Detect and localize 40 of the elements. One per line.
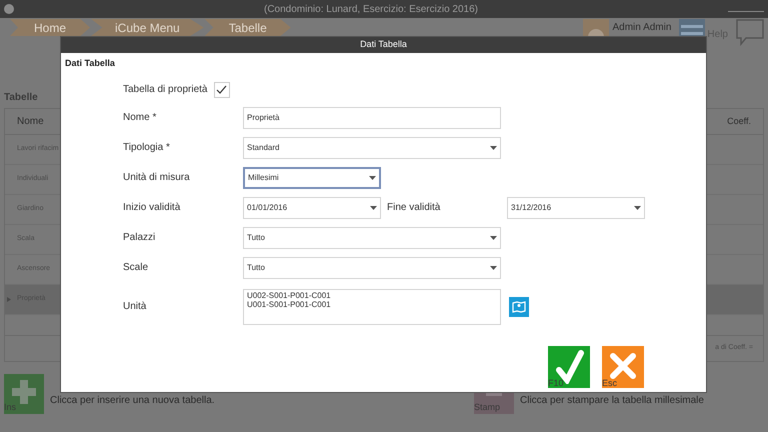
dropdown-field[interactable]: Tutto (243, 226, 501, 248)
field-label: Scale (123, 261, 150, 275)
window-title: (Condominio: Lunard, Esercizio: Esercizio 2016) (263, 2, 479, 16)
map-button[interactable] (509, 296, 529, 316)
close-icon (609, 352, 637, 380)
dropdown-caret-icon (490, 266, 497, 270)
dialog-title: Dati Tabella (360, 38, 407, 52)
column-header: Coeff. (727, 114, 751, 128)
field-label: Inizio validità (123, 201, 182, 215)
dropdown-caret-icon (634, 206, 641, 210)
map-pin-icon (512, 300, 526, 312)
checkmark-icon (216, 84, 227, 94)
dropdown-field[interactable]: Millesimi (243, 166, 381, 188)
dropdown-field[interactable]: Standard (243, 136, 501, 158)
checkbox[interactable] (214, 82, 230, 98)
checkbox-label: Tabella di proprietà (123, 83, 208, 97)
input-field[interactable]: Proprietà (243, 106, 501, 128)
field-label: Nome * (123, 111, 158, 125)
dropdown-caret-icon (490, 236, 497, 240)
dropdown-field[interactable]: Tutto (243, 256, 501, 278)
dropdown-field[interactable]: 31/12/2016 (507, 196, 645, 218)
field-label: Palazzi (123, 231, 156, 245)
field-label: Unità (123, 300, 148, 314)
action-hint: Clicca per inserire una nuova tabella. (50, 394, 215, 408)
plus-icon (12, 380, 36, 404)
field-label: Unità di misura (123, 171, 191, 185)
dropdown-caret-icon (369, 176, 376, 180)
field-label: Tipologia * (123, 141, 171, 155)
user-name: Admin Admin (612, 21, 672, 35)
text-area[interactable]: U002-S001-P001-C001 U001-S001-P001-C001 (243, 288, 501, 324)
cancel-button[interactable]: Esc (602, 346, 644, 388)
field-label: Fine validità (387, 201, 442, 215)
app-icon (4, 4, 14, 14)
dropdown-caret-icon (490, 146, 497, 150)
column-header: Nome (17, 115, 44, 129)
dropdown-caret-icon (370, 206, 377, 210)
dialog-heading: Dati Tabella (65, 57, 116, 70)
section-title: Tabelle (4, 91, 39, 102)
action-hint: Clicca per stampare la tabella millesimale (520, 394, 704, 408)
dropdown-field[interactable]: 01/01/2016 (243, 196, 381, 218)
